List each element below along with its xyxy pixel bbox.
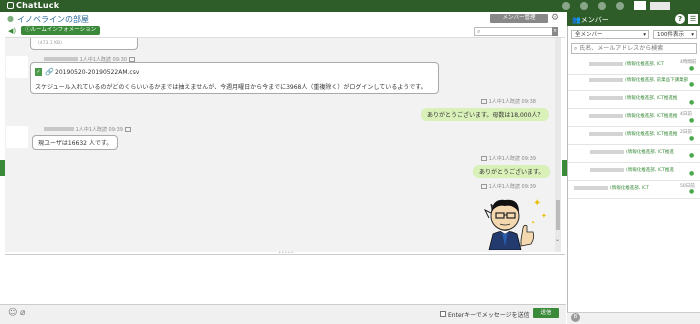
list-icon[interactable]: ☰: [688, 14, 698, 24]
member-avatar[interactable]: [571, 59, 585, 73]
search-icon: ⌕: [574, 45, 578, 52]
member-name: (情報化推進部, ICT推進: [626, 168, 674, 173]
member-name: (情報化推進部, 前業品下講業部: [625, 78, 689, 83]
message-meta: 1人中1人既読 09:39: [44, 126, 131, 133]
member-last-seen: 4日前: [680, 112, 692, 117]
chat-scroll-thumb[interactable]: [556, 200, 560, 230]
room-info-button[interactable]: ⓘルームインフォメーション: [21, 26, 101, 35]
enter-send-label: Enterキーでメッセージを送信: [448, 312, 530, 319]
member-name: (情報化推進部, ICT推進: [626, 150, 674, 155]
read-icon[interactable]: [481, 156, 487, 161]
member-manage-label: メンバー管理: [502, 15, 536, 21]
avatar[interactable]: [6, 56, 28, 78]
member-name-redacted: [589, 62, 623, 66]
member-name-redacted: [589, 78, 623, 82]
file-size: (473.1 KB): [38, 41, 62, 46]
status-icon: ●: [689, 117, 695, 124]
member-name: (情報化推進部, ICT: [610, 186, 649, 191]
top-bar: [0, 0, 700, 12]
members-icon: 👥: [572, 16, 581, 24]
logo-icon: [7, 2, 14, 9]
member-name-redacted: [589, 114, 623, 118]
member-name-redacted: [589, 132, 623, 136]
chevron-down-icon: ▾: [691, 32, 694, 38]
status-icon: ●: [689, 81, 695, 88]
member-avatar[interactable]: [571, 129, 585, 143]
member-last-seen: 2日前: [680, 130, 692, 135]
status-icon: ●: [689, 188, 695, 195]
search-icon: ⌕: [477, 28, 481, 35]
my-message-bubble: ありがとうございます。: [473, 165, 551, 178]
member-name: (情報化推進部, ICT: [625, 62, 664, 67]
member-filter-select[interactable]: 全メンバー ▾: [571, 30, 649, 39]
member-panel-footer: [567, 312, 700, 324]
emoji-icon[interactable]: ☺: [8, 308, 17, 318]
sender-name: [44, 57, 78, 61]
search-clear-icon[interactable]: ×: [552, 27, 558, 36]
room-search-input[interactable]: ⌕: [474, 27, 558, 36]
svg-text:✦: ✦: [531, 220, 535, 226]
avatar[interactable]: [6, 126, 28, 148]
scroll-down-icon[interactable]: ⌄: [555, 236, 560, 243]
member-name: (情報化推進部, ICT推進推: [625, 96, 678, 101]
mascot-sticker: ✦ ✦ ✦: [483, 198, 547, 250]
message-text: スケジュール入れているのがどのくらいいるかまでは抽えませんが、今週月曜日から今ま…: [35, 84, 427, 91]
member-avatar[interactable]: [571, 75, 585, 89]
member-panel-title: 👥メンバー: [572, 16, 609, 24]
member-name-redacted: [574, 186, 608, 190]
svg-text:✦: ✦: [541, 212, 547, 220]
file-icon: ✓: [35, 68, 42, 76]
member-avatar[interactable]: [571, 147, 585, 161]
member-last-seen: 50日前: [680, 184, 695, 189]
read-icon[interactable]: [481, 99, 487, 104]
sender-name: [44, 127, 74, 131]
member-avatar[interactable]: [571, 111, 585, 125]
svg-text:✦: ✦: [533, 198, 541, 209]
status-icon: ●: [689, 65, 695, 72]
panel-toggle-icon[interactable]: B: [571, 313, 580, 322]
help-icon[interactable]: ?: [675, 14, 685, 24]
status-icon: ●: [689, 170, 695, 177]
room-icon: ●: [7, 14, 14, 23]
member-name-redacted: [590, 168, 624, 172]
message-meta: 1人中1人既読 09:38: [481, 98, 536, 105]
member-avatar[interactable]: [571, 165, 585, 179]
send-button[interactable]: 送信: [533, 308, 559, 318]
member-avatar[interactable]: [571, 93, 585, 107]
room-title[interactable]: イノベラインの部屋: [17, 14, 89, 25]
status-icon: ●: [689, 135, 695, 142]
member-name: (情報化推進部, ICT推進推: [625, 132, 678, 137]
member-last-seen: 4時間前: [680, 60, 697, 65]
app-logo: ChatLuck: [7, 1, 59, 10]
member-name-redacted: [589, 96, 623, 100]
status-icon: ●: [689, 99, 695, 106]
help-icon[interactable]: [616, 2, 624, 10]
message-bubble: 現ユーザは16632 人です。: [32, 135, 119, 150]
member-name: (情報化推進部, ICT推進推: [625, 114, 678, 119]
message-meta: 1人中1人既読 09:39: [481, 155, 536, 162]
page-size-select[interactable]: 100件表示 ▾: [653, 30, 697, 39]
user-name-bar[interactable]: [650, 2, 670, 10]
my-message-bubble: ありがとうございます。母数は18,000人？: [421, 108, 550, 121]
attachment-icon: 🔗: [45, 68, 54, 76]
file-link[interactable]: 20190520-20190522AM.csv: [55, 69, 139, 76]
chevron-down-icon: ▾: [643, 32, 646, 38]
attach-icon[interactable]: ⌀: [20, 308, 25, 318]
gear-icon[interactable]: ⚙: [551, 13, 559, 23]
settings-icon[interactable]: [598, 2, 606, 10]
message-input[interactable]: [5, 254, 565, 304]
member-manage-button[interactable]: メンバー管理: [490, 14, 548, 23]
speaker-icon[interactable]: ◀): [8, 27, 16, 35]
status-icon: ●: [689, 152, 695, 159]
enter-send-checkbox[interactable]: [440, 311, 446, 317]
contacts-icon[interactable]: [580, 2, 588, 10]
member-search-input[interactable]: ⌕ 氏名、メールアドレスから検索: [571, 43, 697, 54]
read-icon[interactable]: [124, 127, 131, 132]
member-name-redacted: [590, 150, 624, 154]
user-avatar[interactable]: [634, 1, 646, 10]
user-icon[interactable]: [562, 2, 570, 10]
